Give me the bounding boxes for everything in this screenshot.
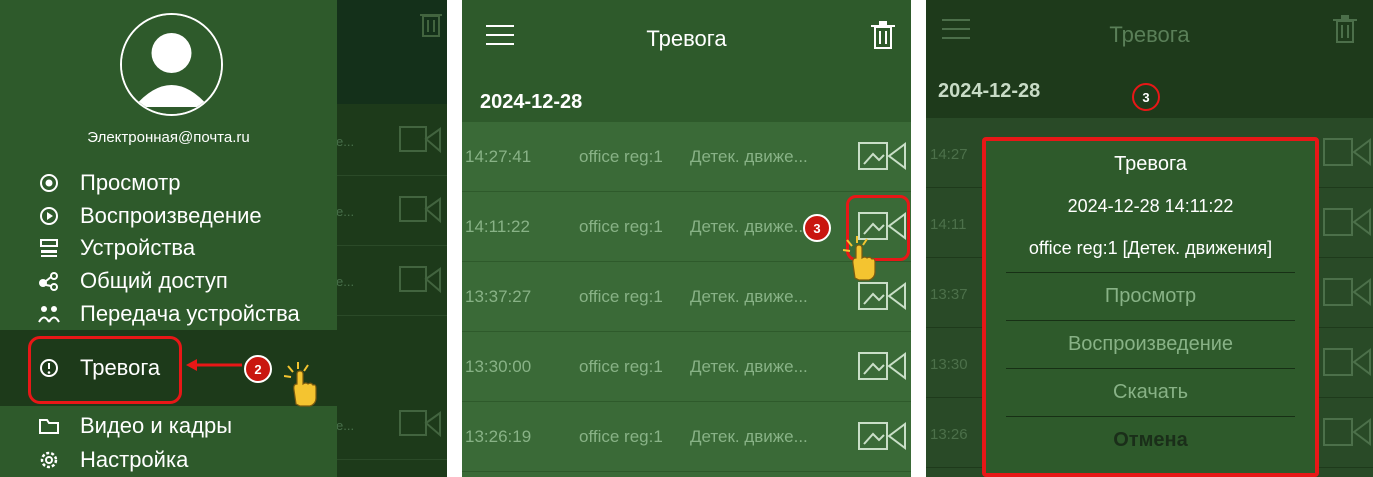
menu-item-video-frames[interactable]: Видео и кадры — [36, 410, 232, 442]
date-header: 2024-12-28 — [938, 80, 1041, 102]
camera-icon — [398, 124, 444, 161]
settings-icon — [36, 449, 62, 471]
trash-icon — [418, 10, 444, 43]
step-badge: 3 — [803, 214, 831, 242]
folder-icon — [36, 415, 62, 437]
camera-icon — [398, 264, 444, 301]
menu-item-transfer[interactable]: Передача устройства — [36, 298, 300, 330]
playback-option-button[interactable]: Воспроизведение — [1006, 320, 1295, 368]
avatar[interactable] — [120, 13, 223, 116]
media-options-icon — [1322, 206, 1372, 243]
dialog-detail: office reg:1 [Детек. движения] — [1028, 238, 1273, 258]
devices-icon — [36, 237, 62, 259]
menu-item-devices[interactable]: Устройства — [36, 232, 195, 264]
camera-icon — [398, 194, 444, 231]
alarm-dialog-screen: Тревога 2024-12-28 3 14:27 14:11 13:37 1… — [926, 0, 1373, 477]
page-title: Тревога — [1109, 22, 1190, 47]
media-options-icon — [1322, 276, 1372, 313]
arrow-left-icon — [186, 358, 242, 377]
dialog-datetime: 2024-12-28 14:11:22 — [1067, 196, 1234, 216]
share-icon — [36, 270, 62, 292]
media-options-icon — [1322, 136, 1372, 173]
trash-icon — [1332, 14, 1358, 49]
media-options-icon — [1322, 416, 1372, 453]
step-badge: 2 — [244, 355, 272, 383]
dialog-title: Тревога — [1114, 153, 1187, 175]
pointer-hand-icon — [842, 236, 877, 287]
alarm-list: 14:27:41 office reg:1 Детек. движе... 14:1… — [462, 122, 911, 477]
alarm-list-screen: Тревога 2024-12-28 14:27:41 office reg:1 Д… — [462, 0, 911, 477]
alarm-action-dialog: Тревога 2024-12-28 14:11:22 office reg:1… — [982, 137, 1319, 477]
pointer-hand-icon — [283, 362, 318, 413]
cancel-button[interactable]: Отмена — [1006, 416, 1295, 464]
transfer-icon — [36, 303, 62, 325]
view-icon — [36, 172, 62, 194]
menu-item-view[interactable]: Просмотр — [36, 167, 180, 199]
background-row: е... — [336, 176, 447, 246]
user-email: Электронная@почта.ru — [87, 129, 250, 146]
background-row: е... — [336, 106, 447, 176]
camera-icon — [398, 408, 444, 445]
media-options-icon — [1322, 346, 1372, 383]
app-bar: Тревога — [926, 0, 1373, 72]
background-row: е... — [336, 246, 447, 316]
download-option-button[interactable]: Скачать — [1006, 368, 1295, 416]
date-header: 2024-12-28 — [480, 91, 583, 113]
trash-icon[interactable] — [870, 20, 896, 55]
media-options-icon[interactable] — [857, 140, 907, 177]
view-option-button[interactable]: Просмотр — [1006, 272, 1295, 320]
menu-item-settings[interactable]: Настройка — [36, 444, 188, 476]
media-options-icon[interactable] — [857, 350, 907, 387]
menu-item-playback[interactable]: Воспроизведение — [36, 200, 262, 232]
page-title: Тревога — [646, 26, 727, 51]
media-options-icon[interactable] — [857, 420, 907, 457]
list-item[interactable]: 13:26:19 office reg:1 Детек. движе... — [462, 402, 911, 472]
menu-item-share[interactable]: Общий доступ — [36, 265, 228, 297]
step-badge: 3 — [1132, 83, 1160, 111]
list-item[interactable]: 14:27:41 office reg:1 Детек. движе... — [462, 122, 911, 192]
alarm-highlight-frame — [28, 336, 182, 404]
menu-drawer-screen: е... е... е... е... е... Электронная@поч… — [0, 0, 447, 477]
app-bar: Тревога — [462, 0, 911, 72]
list-item[interactable]: 13:30:00 office reg:1 Детек. движе... — [462, 332, 911, 402]
play-circle-icon — [36, 205, 62, 227]
